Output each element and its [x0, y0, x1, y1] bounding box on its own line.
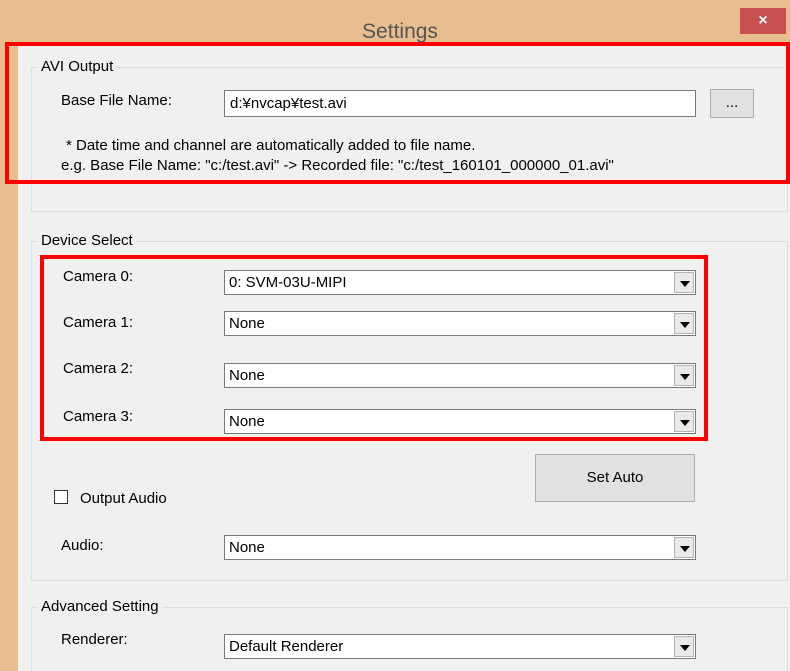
chevron-down-icon[interactable] — [674, 537, 694, 558]
title-bar: Settings × — [0, 0, 790, 44]
settings-dialog-body: AVI Output Base File Name: d:¥nvcap¥test… — [18, 44, 790, 671]
camera-0-value: 0: SVM-03U-MIPI — [229, 274, 347, 291]
chevron-down-icon[interactable] — [674, 365, 694, 386]
device-select-group-label: Device Select — [38, 232, 136, 250]
close-icon: × — [758, 12, 768, 29]
audio-label: Audio: — [61, 537, 104, 554]
audio-value: None — [229, 539, 265, 556]
file-name-note-line2: e.g. Base File Name: "c:/test.avi" -> Re… — [61, 157, 614, 174]
renderer-select[interactable]: Default Renderer — [224, 634, 696, 659]
audio-select[interactable]: None — [224, 535, 696, 560]
window-title: Settings — [362, 20, 438, 43]
camera-3-value: None — [229, 413, 265, 430]
camera-2-label: Camera 2: — [63, 360, 134, 377]
chevron-down-icon[interactable] — [674, 313, 694, 334]
output-audio-checkbox[interactable] — [54, 490, 68, 504]
renderer-label: Renderer: — [61, 631, 128, 648]
chevron-down-icon[interactable] — [674, 411, 694, 432]
camera-3-select[interactable]: None — [224, 409, 696, 434]
base-file-name-label: Base File Name: — [61, 92, 172, 109]
output-audio-label[interactable]: Output Audio — [80, 490, 167, 507]
chevron-down-icon[interactable] — [674, 272, 694, 293]
window-frame-left — [0, 44, 18, 671]
camera-3-label: Camera 3: — [63, 408, 134, 425]
camera-2-value: None — [229, 367, 265, 384]
set-auto-button[interactable]: Set Auto — [535, 454, 695, 502]
advanced-setting-group-label: Advanced Setting — [38, 598, 162, 616]
browse-button[interactable]: ... — [710, 89, 754, 118]
base-file-name-input[interactable]: d:¥nvcap¥test.avi — [224, 90, 696, 117]
avi-output-group-label: AVI Output — [38, 58, 117, 76]
camera-1-label: Camera 1: — [63, 314, 134, 331]
camera-0-select[interactable]: 0: SVM-03U-MIPI — [224, 270, 696, 295]
camera-1-value: None — [229, 315, 265, 332]
renderer-value: Default Renderer — [229, 638, 344, 655]
close-button[interactable]: × — [740, 8, 786, 34]
camera-2-select[interactable]: None — [224, 363, 696, 388]
chevron-down-icon[interactable] — [674, 636, 694, 657]
file-name-note-line1: * Date time and channel are automaticall… — [66, 137, 476, 154]
camera-0-label: Camera 0: — [63, 268, 134, 285]
camera-1-select[interactable]: None — [224, 311, 696, 336]
